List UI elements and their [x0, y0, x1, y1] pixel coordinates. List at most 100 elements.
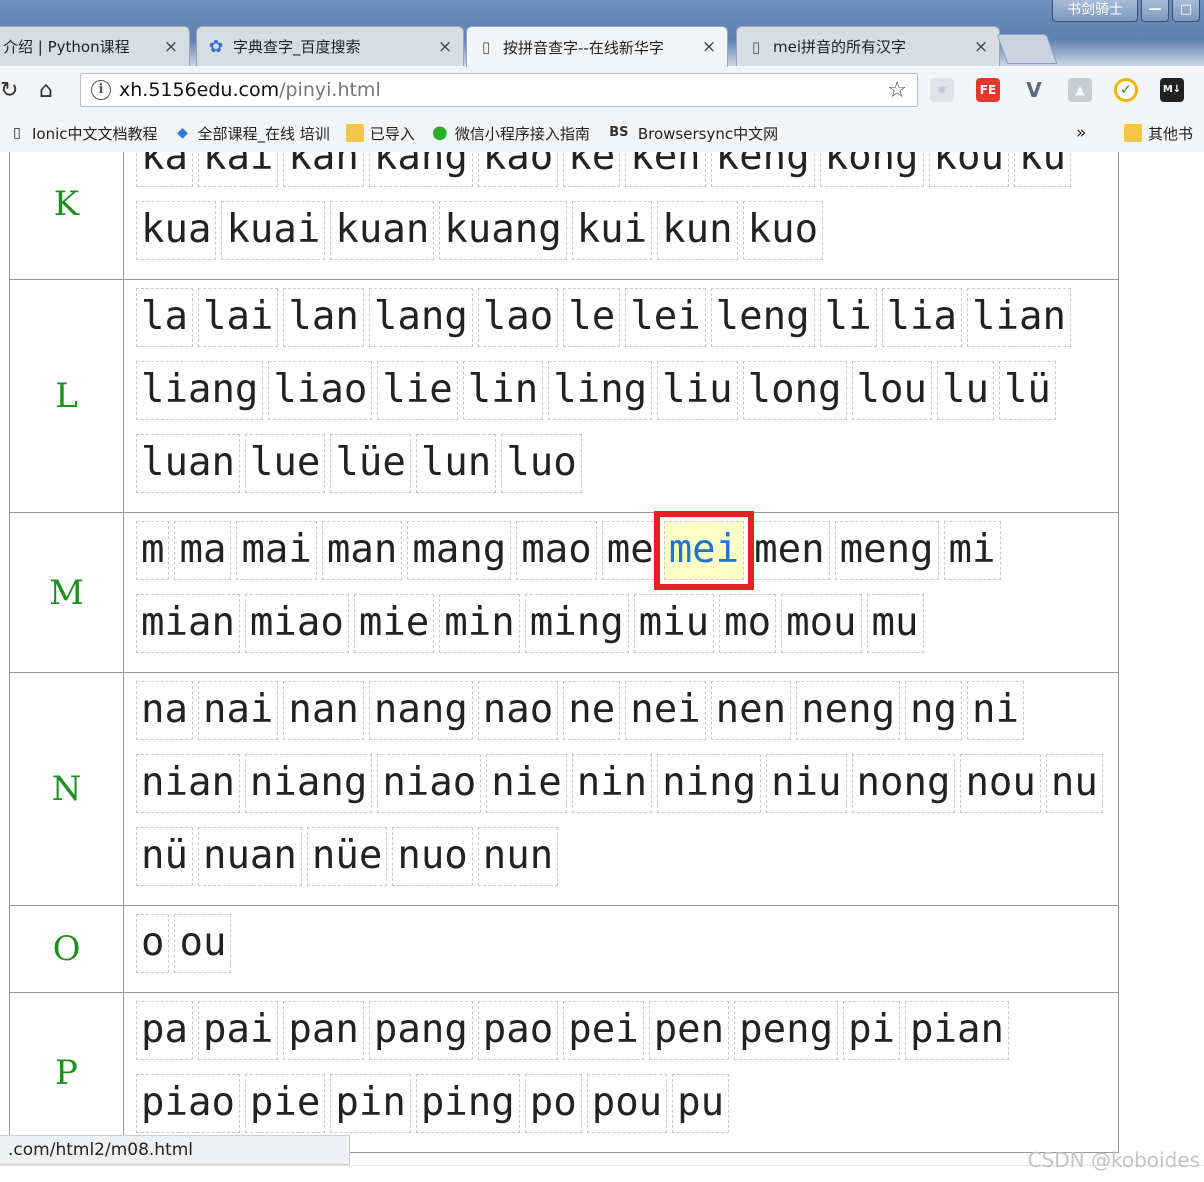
syllable-link[interactable]: ping — [415, 1074, 520, 1133]
syllable-link[interactable]: pu — [672, 1074, 730, 1133]
syllable-link[interactable]: lia — [881, 288, 963, 347]
syllable-link[interactable]: pie — [244, 1074, 326, 1133]
tab-baidu-search[interactable]: ✿ 字典查字_百度搜索 × — [196, 26, 464, 66]
syllable-link[interactable]: niao — [377, 754, 482, 813]
syllable-link[interactable]: keng — [710, 152, 815, 187]
syllable-link[interactable]: piao — [136, 1074, 240, 1133]
syllable-link[interactable]: neng — [796, 681, 901, 740]
syllable-link[interactable]: na — [136, 681, 193, 740]
syllable-link[interactable]: kuang — [439, 201, 567, 260]
syllable-link[interactable]: nai — [197, 681, 279, 740]
syllable-link[interactable]: pei — [563, 1001, 644, 1060]
syllable-link[interactable]: ku — [1013, 152, 1071, 187]
syllable-link[interactable]: niang — [244, 754, 373, 813]
syllable-link[interactable]: lu — [936, 361, 994, 420]
syllable-link[interactable]: nie — [486, 754, 567, 813]
syllable-link[interactable]: nao — [477, 681, 559, 740]
syllable-link[interactable]: mang — [407, 521, 512, 580]
bookmark-other[interactable]: 其他书 — [1124, 123, 1193, 144]
markdown-icon[interactable]: M↓ — [1160, 78, 1184, 102]
syllable-link[interactable]: peng — [734, 1001, 839, 1060]
syllable-link[interactable]: ming — [524, 594, 629, 653]
syllable-link[interactable]: mo — [719, 594, 777, 653]
syllable-link[interactable]: nuan — [197, 827, 302, 886]
syllable-link[interactable]: kuo — [742, 201, 824, 260]
syllable-link[interactable]: kun — [657, 201, 738, 260]
syllable-link[interactable]: nong — [851, 754, 956, 813]
syllable-link[interactable]: kuan — [330, 201, 435, 260]
syllable-link[interactable]: luo — [501, 434, 582, 493]
syllable-link[interactable]: leng — [710, 288, 815, 347]
syllable-link[interactable]: ling — [548, 361, 653, 420]
bookmark-star-icon[interactable]: ☆ — [887, 78, 907, 103]
syllable-link[interactable]: nin — [571, 754, 653, 813]
bookmark-ionic[interactable]: ▯ Ionic中文文档教程 — [8, 123, 157, 144]
syllable-link[interactable]: ou — [174, 914, 232, 973]
syllable-link[interactable]: nüe — [306, 827, 388, 886]
syllable-link[interactable]: lun — [415, 434, 497, 493]
syllable-link[interactable]: li — [819, 288, 877, 347]
syllable-link[interactable]: nan — [283, 681, 364, 740]
syllable-link[interactable]: o — [136, 914, 170, 973]
close-icon[interactable]: × — [437, 37, 453, 57]
syllable-link[interactable]: min — [439, 594, 520, 653]
syllable-link[interactable]: ken — [625, 152, 706, 187]
syllable-link[interactable]: kai — [197, 152, 279, 187]
syllable-link[interactable]: long — [742, 361, 847, 420]
syllable-link[interactable]: luan — [136, 434, 240, 493]
syllable-link[interactable]: miao — [244, 594, 349, 653]
syllable-link[interactable]: mou — [781, 594, 862, 653]
syllable-link[interactable]: kou — [928, 152, 1009, 187]
home-icon[interactable]: ⌂ — [26, 78, 66, 103]
minimize-button[interactable]: — — [1141, 0, 1169, 22]
syllable-link[interactable]: lue — [244, 434, 326, 493]
syllable-link[interactable]: pan — [283, 1001, 364, 1060]
syllable-link[interactable]: la — [136, 288, 193, 347]
syllable-link[interactable]: ma — [174, 521, 232, 580]
syllable-link[interactable]: ne — [563, 681, 621, 740]
syllable-link[interactable]: nei — [625, 681, 706, 740]
syllable-link[interactable]: mi — [943, 521, 1001, 580]
bookmark-browsersync[interactable]: BS Browsersync中文网 — [606, 123, 778, 144]
maximize-button[interactable]: □ — [1172, 0, 1200, 22]
fe-helper-icon[interactable]: FE — [976, 78, 1000, 102]
syllable-link[interactable]: nian — [136, 754, 240, 813]
syllable-link[interactable]: mu — [866, 594, 924, 653]
react-devtools-icon[interactable]: ⚛ — [930, 78, 954, 102]
syllable-link[interactable]: nou — [960, 754, 1041, 813]
syllable-link[interactable]: lei — [625, 288, 706, 347]
syllable-link[interactable]: lian — [967, 288, 1071, 347]
syllable-link[interactable]: lai — [197, 288, 279, 347]
tab-pinyin-lookup[interactable]: ▯ 按拼音查字--在线新华字 × — [466, 26, 728, 67]
syllable-link[interactable]: pang — [368, 1001, 473, 1060]
reload-icon[interactable]: ↻ — [0, 78, 26, 103]
syllable-link[interactable]: kang — [368, 152, 473, 187]
syllable-link[interactable]: nuo — [392, 827, 473, 886]
syllable-link[interactable]: kua — [136, 201, 217, 260]
new-tab-button[interactable] — [996, 34, 1058, 64]
close-icon[interactable]: × — [163, 37, 179, 57]
angular-icon[interactable]: ▲ — [1068, 78, 1092, 102]
syllable-link[interactable]: kui — [571, 201, 653, 260]
syllable-link[interactable]: nang — [368, 681, 473, 740]
syllable-link[interactable]: lang — [368, 288, 473, 347]
syllable-link[interactable]: niu — [766, 754, 847, 813]
extension-check-icon[interactable]: ✓ — [1114, 78, 1138, 102]
syllable-link[interactable]: kong — [819, 152, 924, 187]
syllable-link[interactable]: ning — [657, 754, 762, 813]
syllable-link[interactable]: pi — [843, 1001, 901, 1060]
syllable-link[interactable]: kao — [477, 152, 559, 187]
vue-devtools-icon[interactable]: V — [1022, 78, 1046, 102]
syllable-link[interactable]: pa — [136, 1001, 193, 1060]
syllable-link[interactable]: liao — [268, 361, 373, 420]
address-bar[interactable]: i xh.5156edu.com /pinyi.html ☆ — [80, 73, 918, 107]
syllable-link[interactable]: liu — [657, 361, 738, 420]
close-icon[interactable]: × — [701, 37, 717, 57]
close-icon[interactable]: × — [973, 37, 989, 57]
syllable-link[interactable]: pen — [648, 1001, 730, 1060]
syllable-link[interactable]: liang — [136, 361, 264, 420]
syllable-link[interactable]: lüe — [330, 434, 411, 493]
syllable-link-highlighted[interactable]: mei — [653, 511, 755, 590]
syllable-link[interactable]: mian — [136, 594, 240, 653]
syllable-link[interactable]: mie — [353, 594, 435, 653]
